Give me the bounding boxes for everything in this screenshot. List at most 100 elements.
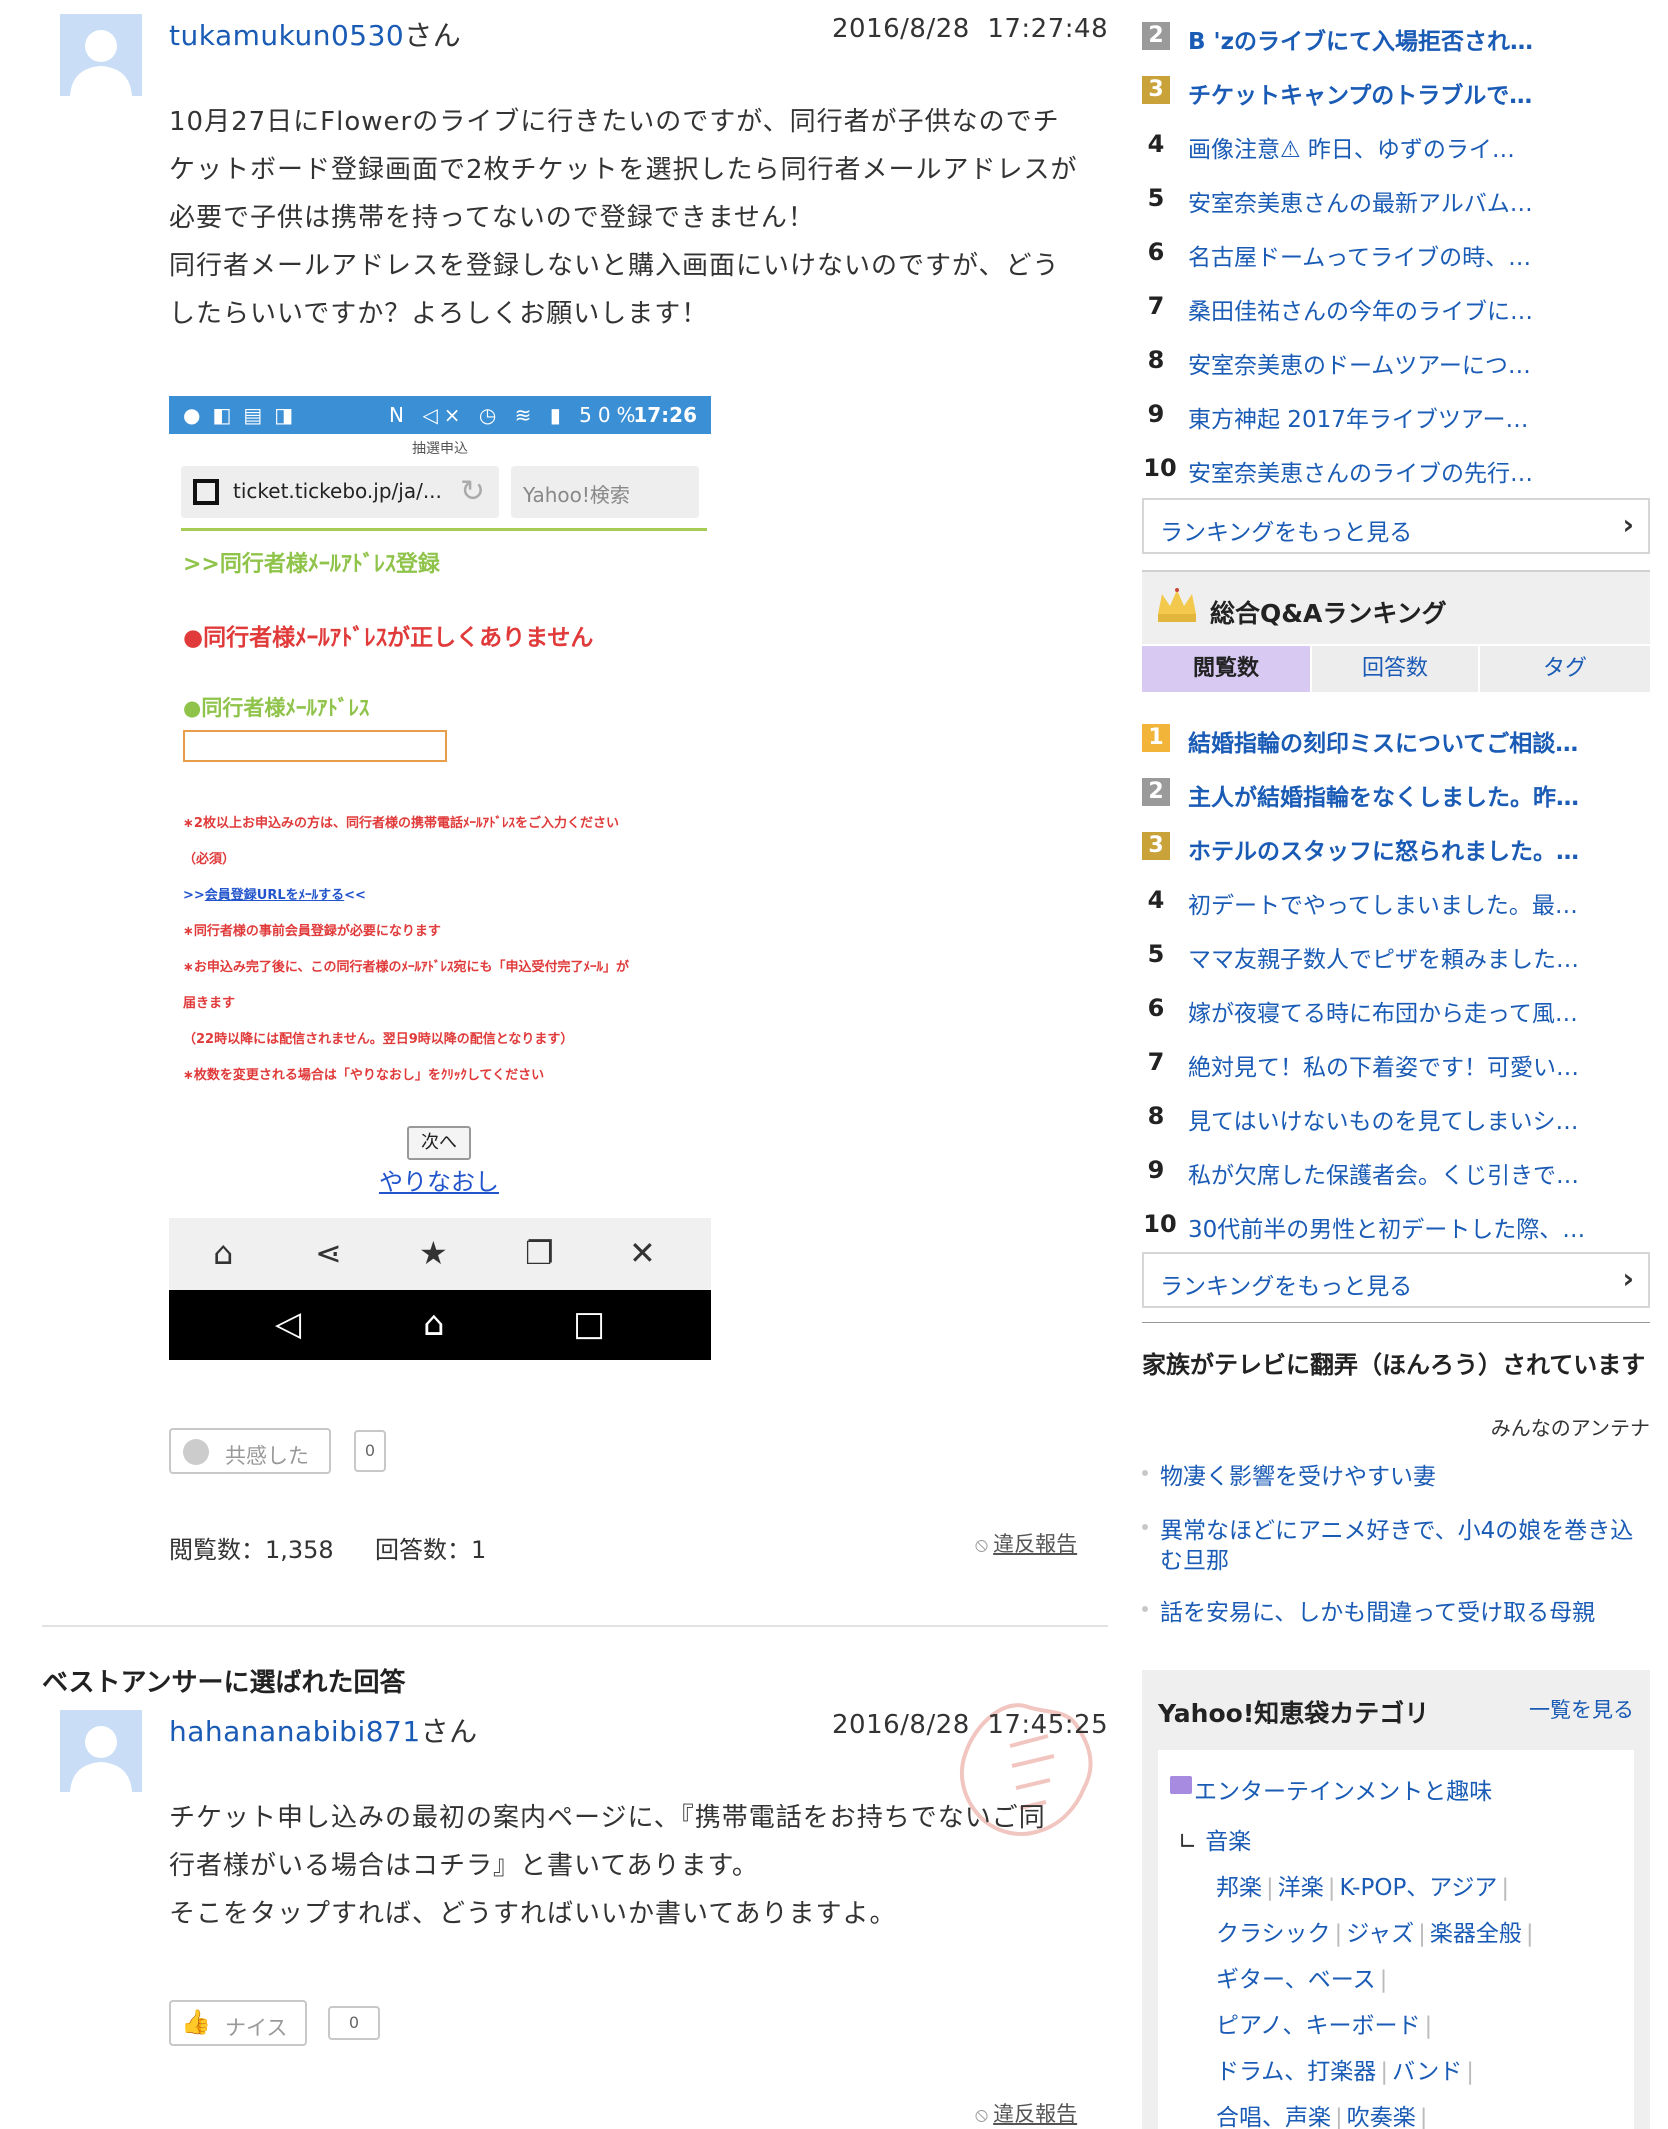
crown-icon <box>1158 588 1196 622</box>
ranking-title[interactable]: ママ友親子数人でピザを頼みました… <box>1188 940 1579 974</box>
category-link[interactable]: クラシック <box>1216 1921 1331 1947</box>
back-icon: ◁ <box>275 1304 302 1344</box>
ranking-item[interactable]: 9 東方神起 2017年ライブツアー… <box>1142 390 1650 444</box>
category-sub-link[interactable]: 音楽 <box>1205 1829 1251 1855</box>
ranking-item[interactable]: 10 安室奈美恵さんのライブの先行… <box>1142 444 1650 498</box>
tab-answers[interactable]: 回答数 <box>1312 646 1478 692</box>
ranking-item[interactable]: 6 嫁が夜寝てる時に布団から走って風… <box>1142 984 1650 1038</box>
antenna-item[interactable]: 異常なほどにアニメ好きで、小4の娘を巻き込む旦那 <box>1142 1516 1650 1576</box>
category-row: クラシック | ジャズ | 楽器全般 | <box>1216 1914 1538 1948</box>
bookmark-icon: ★ <box>419 1234 448 1272</box>
ranking-title[interactable]: 安室奈美恵のドームツアーにつ… <box>1188 346 1531 380</box>
ranking-title[interactable]: 30代前半の男性と初デートした際、… <box>1188 1210 1585 1244</box>
category-top-link[interactable]: エンターテインメントと趣味 <box>1194 1772 1492 1806</box>
antenna-item-text[interactable]: 物凄く影響を受けやすい妻 <box>1160 1464 1436 1490</box>
more-ranking-button[interactable]: ランキングをもっと見る › <box>1142 1252 1650 1308</box>
phone-register-link: 会員登録URLをﾒｰﾙする <box>204 888 345 903</box>
ranking-title[interactable]: 嫁が夜寝てる時に布団から走って風… <box>1188 994 1578 1028</box>
ranking-title[interactable]: 主人が結婚指輪をなくしました。昨… <box>1188 778 1579 812</box>
category-link[interactable]: 邦楽 <box>1216 1875 1262 1901</box>
ranking-item[interactable]: 8 見てはいけないものを見てしまいシ… <box>1142 1092 1650 1146</box>
ranking-item[interactable]: 2 B 'zのライブにて入場拒否され… <box>1142 12 1650 66</box>
ranking-title[interactable]: 結婚指輪の刻印ミスについてご相談… <box>1188 724 1578 758</box>
category-link[interactable]: バンド <box>1392 2059 1462 2085</box>
avatar-silhouette-icon <box>60 14 142 96</box>
answer-username[interactable]: hahananabibi871さん <box>169 1710 478 1750</box>
category-all-link[interactable]: 一覧を見る <box>1529 1694 1634 1724</box>
antenna-item[interactable]: 話を安易に、しかも間違って受け取る母親 <box>1142 1598 1650 1628</box>
ranking-item[interactable]: 4 画像注意⚠ 昨日、ゆずのライ… <box>1142 120 1650 174</box>
ranking-item[interactable]: 3 チケットキャンプのトラブルで… <box>1142 66 1650 120</box>
ranking-title[interactable]: ホテルのスタッフに怒られました。… <box>1188 832 1579 866</box>
report-text[interactable]: 違反報告 <box>993 1532 1077 1556</box>
section-divider <box>42 1625 1108 1627</box>
question-username[interactable]: tukamukun0530さん <box>169 14 461 54</box>
category-link[interactable]: 合唱、声楽 <box>1216 2105 1331 2129</box>
antenna-item-text[interactable]: 異常なほどにアニメ好きで、小4の娘を巻き込む旦那 <box>1160 1518 1633 1574</box>
avatar[interactable] <box>60 14 142 96</box>
phone-note: ∗同行者様の事前会員登録が必要になります <box>183 924 441 939</box>
category-link[interactable]: ドラム、打楽器 <box>1216 2059 1376 2085</box>
avatar[interactable] <box>60 1710 142 1792</box>
ranking-item[interactable]: 8 安室奈美恵のドームツアーにつ… <box>1142 336 1650 390</box>
question-line: 必要で子供は携帯を持ってないので登録できません！ <box>169 203 815 233</box>
category-separator: | <box>1379 1967 1388 1993</box>
ranking-item[interactable]: 1 結婚指輪の刻印ミスについてご相談… <box>1142 714 1650 768</box>
ranking-title[interactable]: 安室奈美恵さんのライブの先行… <box>1188 454 1533 488</box>
tab-tags[interactable]: タグ <box>1480 646 1650 692</box>
attached-screenshot[interactable]: ●◧▤◨ N ◁× ◷ ≋ ▮ 50% 17:26 抽選申込 ticket.ti… <box>169 396 711 1360</box>
ranking-title[interactable]: 見てはいけないものを見てしまいシ… <box>1188 1102 1579 1136</box>
ranking-title[interactable]: 桑田佳祐さんの今年のライブに… <box>1188 292 1533 326</box>
username-text[interactable]: tukamukun0530 <box>169 19 404 52</box>
nice-button[interactable]: 👍 ナイス <box>169 2000 307 2046</box>
category-box: Yahoo!知恵袋カテゴリ 一覧を見る エンターテインメントと趣味 ∟ 音楽 邦楽… <box>1142 1670 1650 2129</box>
more-ranking-button[interactable]: ランキングをもっと見る › <box>1142 498 1650 554</box>
ranking-item[interactable]: 4 初デートでやってしまいました。最… <box>1142 876 1650 930</box>
username-text[interactable]: hahananabibi871 <box>169 1715 421 1748</box>
ranking-item[interactable]: 9 私が欠席した保護者会。くじ引きで… <box>1142 1146 1650 1200</box>
rank-number: 5 <box>1147 940 1165 968</box>
ranking-title[interactable]: 画像注意⚠ 昨日、ゆずのライ… <box>1188 130 1515 164</box>
ranking-item[interactable]: 5 安室奈美恵さんの最新アルバム… <box>1142 174 1650 228</box>
ranking-item[interactable]: 7 桑田佳祐さんの今年のライブに… <box>1142 282 1650 336</box>
ranking-item[interactable]: 10 30代前半の男性と初デートした際、… <box>1142 1200 1650 1254</box>
ranking-item[interactable]: 6 名古屋ドームってライブの時、… <box>1142 228 1650 282</box>
category-sub[interactable]: ∟ 音楽 <box>1178 1822 1251 1856</box>
phone-note: （必須） <box>183 852 236 867</box>
rank-number: 9 <box>1147 1156 1165 1184</box>
tab-views[interactable]: 閲覧数 <box>1142 646 1310 692</box>
antenna-item[interactable]: 物凄く影響を受けやすい妻 <box>1142 1462 1650 1492</box>
category-link[interactable]: K-POP、アジア <box>1340 1875 1498 1901</box>
ranking-title[interactable]: 安室奈美恵さんの最新アルバム… <box>1188 184 1533 218</box>
category-link[interactable]: ジャズ <box>1346 1921 1414 1947</box>
ranking-item[interactable]: 2 主人が結婚指輪をなくしました。昨… <box>1142 768 1650 822</box>
category-link[interactable]: ピアノ、キーボード <box>1216 2013 1420 2039</box>
report-link[interactable]: ⦸ 違反報告 <box>975 2098 1077 2128</box>
rank-number: 8 <box>1147 346 1165 374</box>
register-suffix: << <box>344 888 366 903</box>
antenna-item-text[interactable]: 話を安易に、しかも間違って受け取る母親 <box>1160 1600 1595 1626</box>
ranking-title[interactable]: 初デートでやってしまいました。最… <box>1188 886 1578 920</box>
category-separator: | <box>1266 1875 1274 1901</box>
nice-count: 0 <box>328 2006 380 2040</box>
ranking-title[interactable]: B 'zのライブにて入場拒否され… <box>1188 22 1533 56</box>
ranking-item[interactable]: 5 ママ友親子数人でピザを頼みました… <box>1142 930 1650 984</box>
ranking-title[interactable]: 名古屋ドームってライブの時、… <box>1188 238 1531 272</box>
empathy-button[interactable]: 共感した <box>169 1428 331 1474</box>
ranking-item[interactable]: 7 絶対見て！私の下着姿です！可愛い… <box>1142 1038 1650 1092</box>
rank-number: 4 <box>1147 886 1165 914</box>
ranking-title[interactable]: チケットキャンプのトラブルで… <box>1188 76 1532 110</box>
category-link[interactable]: ギター、ベース <box>1216 1967 1376 1993</box>
phone-url-bar: ticket.tickebo.jp/ja/... ↻ <box>181 466 499 518</box>
antenna-title[interactable]: 家族がテレビに翻弄（ほんろう）されています <box>1142 1350 1650 1380</box>
ranking-title[interactable]: 絶対見て！私の下着姿です！可愛い… <box>1188 1048 1579 1082</box>
category-link[interactable]: 洋楽 <box>1278 1875 1324 1901</box>
report-link[interactable]: ⦸ 違反報告 <box>975 1528 1077 1558</box>
category-link[interactable]: 楽器全般 <box>1430 1921 1522 1947</box>
report-text[interactable]: 違反報告 <box>993 2102 1077 2126</box>
best-answer-heading: ベストアンサーに選ばれた回答 <box>42 1668 406 1698</box>
ranking-title[interactable]: 東方神起 2017年ライブツアー… <box>1188 400 1528 434</box>
category-link[interactable]: 吹奏楽 <box>1347 2105 1416 2129</box>
ranking-item[interactable]: 3 ホテルのスタッフに怒られました。… <box>1142 822 1650 876</box>
ranking-title[interactable]: 私が欠席した保護者会。くじ引きで… <box>1188 1156 1579 1190</box>
